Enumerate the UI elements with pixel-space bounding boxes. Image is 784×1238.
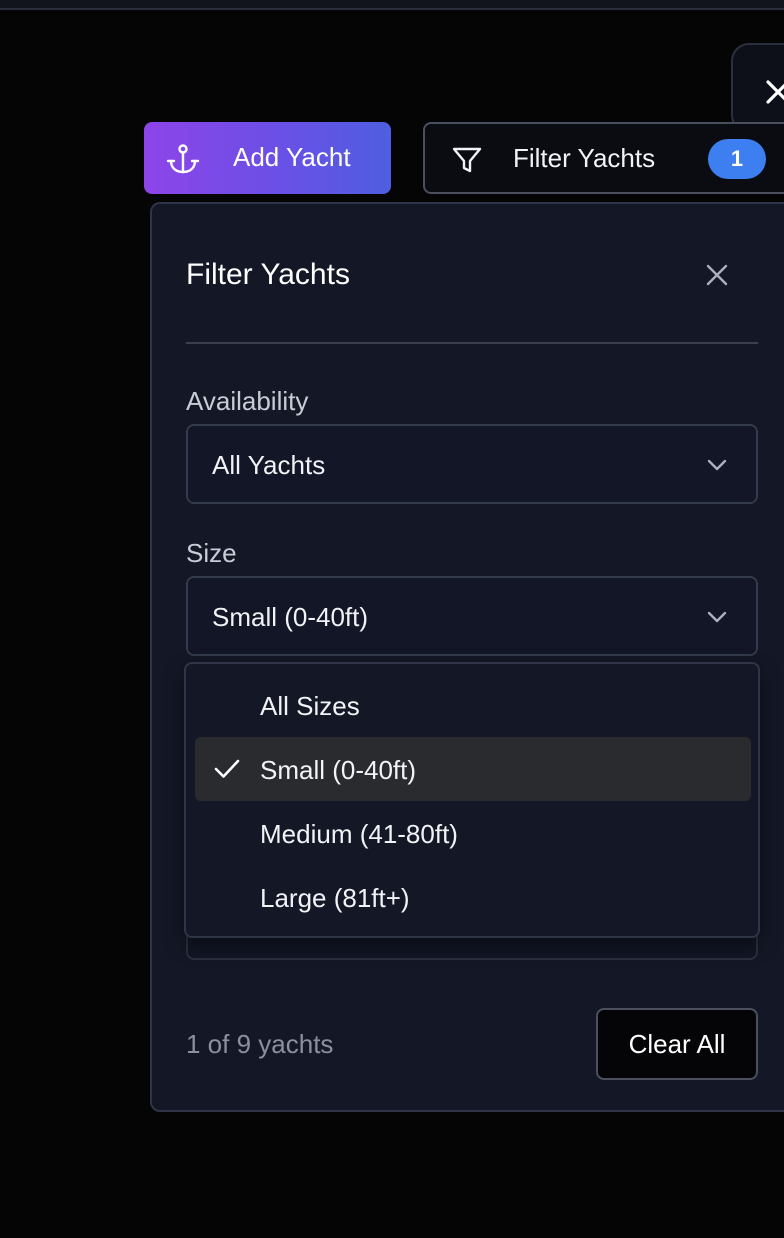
dropdown-option-all-sizes[interactable]: All Sizes (195, 673, 751, 737)
availability-value: All Yachts (212, 450, 326, 480)
dropdown-option-large[interactable]: Large (81ft+) (195, 865, 751, 929)
size-label: Size (186, 538, 237, 568)
close-icon[interactable] (702, 260, 732, 290)
divider (186, 342, 758, 344)
panel-title: Filter Yachts (186, 258, 350, 291)
filter-yachts-label: Filter Yachts (513, 143, 656, 173)
close-icon (766, 80, 784, 104)
chevron-down-icon (707, 459, 727, 471)
results-count: 1 of 9 yachts (186, 1029, 334, 1059)
add-yacht-label: Add Yacht (233, 142, 351, 172)
availability-label: Availability (186, 386, 309, 416)
size-value: Small (0-40ft) (212, 602, 369, 632)
top-bar (0, 0, 784, 10)
check-icon (214, 759, 240, 778)
window-close-button[interactable] (731, 43, 784, 133)
filter-panel: Filter Yachts Availability All Yachts Si… (150, 202, 784, 1112)
filter-icon (452, 147, 482, 173)
chevron-down-icon (707, 611, 727, 623)
filter-yachts-button[interactable]: Filter Yachts 1 (423, 122, 784, 194)
size-dropdown-menu: All Sizes Small (0-40ft) Medium (41-80ft… (184, 662, 760, 938)
add-yacht-button[interactable]: Add Yacht (144, 122, 391, 194)
option-label: Large (81ft+) (260, 883, 410, 913)
anchor-icon (166, 144, 200, 174)
availability-select[interactable]: All Yachts (186, 424, 758, 504)
dropdown-option-medium[interactable]: Medium (41-80ft) (195, 801, 751, 865)
option-label: All Sizes (260, 691, 360, 721)
size-select[interactable]: Small (0-40ft) (186, 576, 758, 656)
filter-count-badge: 1 (708, 139, 766, 179)
dropdown-option-small[interactable]: Small (0-40ft) (195, 737, 751, 801)
option-label: Small (0-40ft) (260, 755, 417, 785)
clear-all-button[interactable]: Clear All (596, 1008, 758, 1080)
option-label: Medium (41-80ft) (260, 819, 458, 849)
